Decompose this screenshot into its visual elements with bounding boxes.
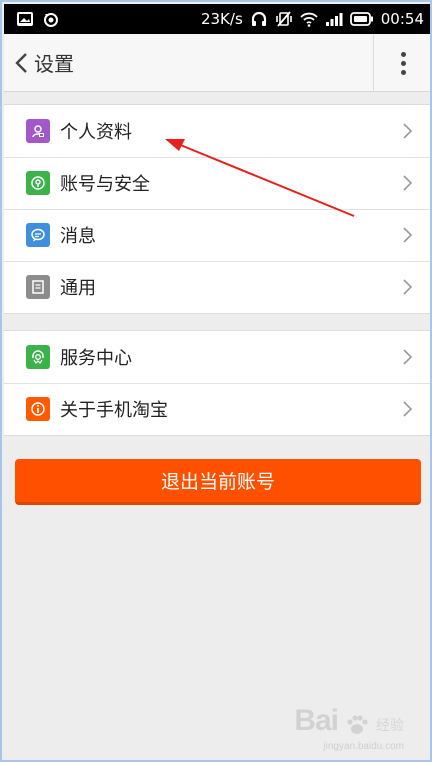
page-title: 设置 bbox=[34, 52, 74, 76]
watermark-sub: 经验 bbox=[376, 718, 404, 734]
chevron-right-icon bbox=[403, 279, 412, 295]
paw-icon bbox=[347, 715, 368, 734]
profile-icon bbox=[26, 119, 50, 143]
settings-item-profile[interactable]: 个人资料 bbox=[4, 105, 430, 157]
headphones-icon bbox=[251, 11, 266, 26]
watermark-url: jingyan.baidu.com bbox=[323, 741, 404, 752]
status-left bbox=[16, 10, 60, 28]
screen-frame: 23K/s 00:54 设置 个人资料 账号与安全 消息 通用 服务中心 关于手… bbox=[0, 0, 432, 762]
more-button[interactable] bbox=[374, 34, 430, 92]
sync-icon bbox=[44, 13, 58, 27]
settings-group-1: 个人资料 账号与安全 消息 通用 bbox=[4, 104, 430, 314]
security-icon bbox=[26, 171, 50, 195]
signal-icon bbox=[325, 13, 343, 26]
settings-item-label: 服务中心 bbox=[60, 348, 132, 369]
back-button[interactable]: 设置 bbox=[4, 34, 74, 91]
network-speed: 23K/s bbox=[200, 10, 243, 28]
info-icon bbox=[26, 397, 50, 421]
image-icon bbox=[17, 12, 33, 26]
chevron-right-icon bbox=[403, 349, 412, 365]
settings-item-label: 个人资料 bbox=[60, 122, 132, 143]
chevron-left-icon bbox=[15, 52, 27, 73]
status-bar: 23K/s 00:54 bbox=[4, 4, 430, 34]
settings-item-label: 通用 bbox=[60, 278, 96, 299]
settings-item-account-security[interactable]: 账号与安全 bbox=[4, 157, 430, 209]
more-vertical-icon bbox=[400, 51, 406, 75]
settings-item-label: 消息 bbox=[60, 226, 96, 247]
settings-item-label: 账号与安全 bbox=[60, 174, 150, 195]
chevron-right-icon bbox=[403, 123, 412, 139]
header-bar: 设置 bbox=[4, 34, 430, 92]
baidu-watermark: Bai 经验 bbox=[294, 704, 404, 738]
settings-item-service-center[interactable]: 服务中心 bbox=[4, 331, 430, 383]
service-icon bbox=[26, 345, 50, 369]
watermark-logo: Bai bbox=[294, 704, 339, 737]
message-icon bbox=[26, 223, 50, 247]
general-icon bbox=[26, 275, 50, 299]
battery-icon bbox=[349, 12, 373, 26]
clock: 00:54 bbox=[380, 10, 424, 28]
chevron-right-icon bbox=[403, 175, 412, 191]
settings-item-about[interactable]: 关于手机淘宝 bbox=[4, 383, 430, 435]
wifi-icon bbox=[300, 12, 318, 27]
settings-item-label: 关于手机淘宝 bbox=[60, 400, 168, 421]
status-right: 23K/s 00:54 bbox=[201, 10, 424, 28]
vibrate-icon bbox=[275, 11, 292, 27]
settings-item-general[interactable]: 通用 bbox=[4, 261, 430, 313]
logout-button[interactable]: 退出当前账号 bbox=[15, 459, 421, 505]
chevron-right-icon bbox=[403, 227, 412, 243]
settings-item-messages[interactable]: 消息 bbox=[4, 209, 430, 261]
settings-group-2: 服务中心 关于手机淘宝 bbox=[4, 330, 430, 436]
chevron-right-icon bbox=[403, 401, 412, 417]
